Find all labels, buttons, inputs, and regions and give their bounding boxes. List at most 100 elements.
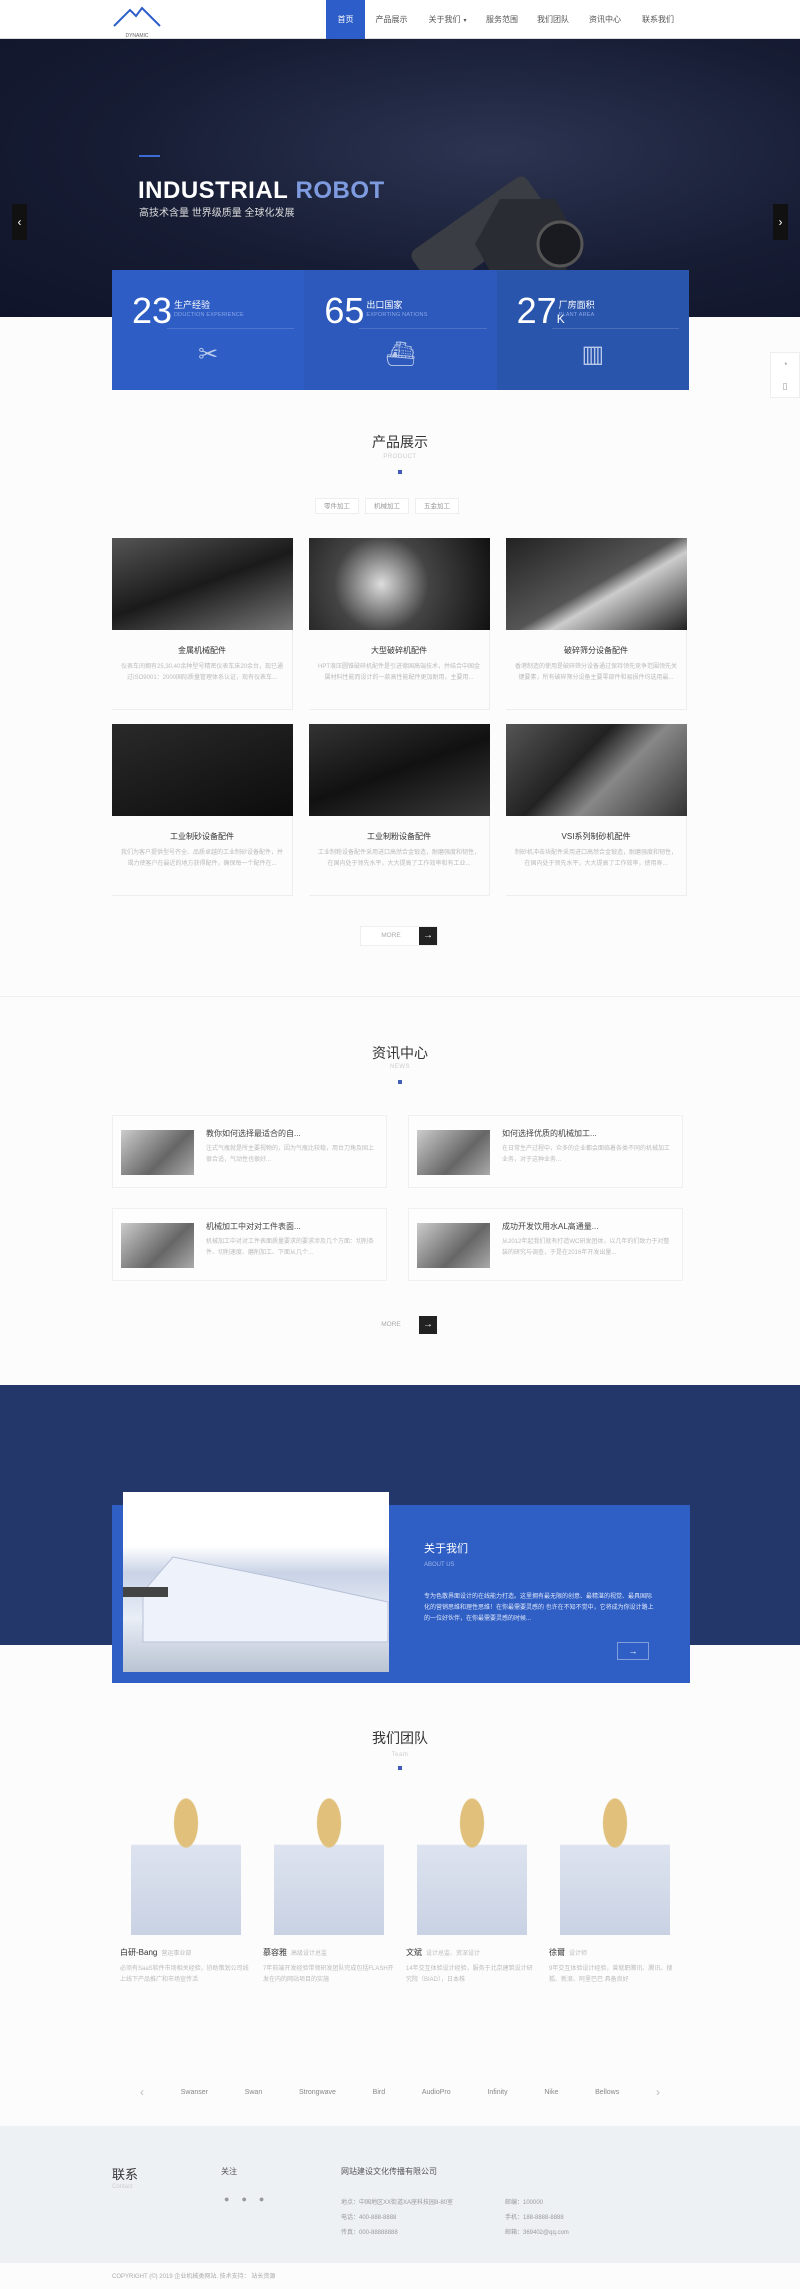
product-title[interactable]: VSI系列制砂机配件 <box>506 831 686 842</box>
divider <box>0 996 800 997</box>
product-card[interactable]: 工业制砂设备配件我们为客户提供型号齐全、品质卓越的工业制砂设备配件，并竭力使客户… <box>112 724 293 896</box>
product-title[interactable]: 大型破碎机配件 <box>309 645 489 656</box>
product-title[interactable]: 工业制砂设备配件 <box>112 831 292 842</box>
product-tab[interactable]: 零件加工 <box>315 498 359 514</box>
products-more-button[interactable]: MORE → <box>360 926 438 946</box>
arrow-right-icon: → <box>419 1316 437 1334</box>
divider <box>167 328 295 329</box>
news-card[interactable]: 成功开发饮用水AL高通量... 从2012年起我们就有打造WC研发团体，以几年的们… <box>408 1208 683 1281</box>
member-photo[interactable] <box>560 1795 670 1935</box>
partner-logo[interactable]: Strongwave <box>299 2089 336 2096</box>
product-desc: 制砂机冲击块配件采用进口高然合金锻造，耐磨强度和韧性，在国内处于领先水平，大大提… <box>514 850 677 867</box>
news-title[interactable]: 教你如何选择最适合的自... <box>206 1128 301 1139</box>
nav-item[interactable]: 首页 <box>326 0 365 39</box>
member-name-text: 文斌 <box>406 1948 422 1957</box>
partner-logo[interactable]: Nike <box>544 2089 558 2096</box>
news-card[interactable]: 如何选择优质的机械加工... 在日常生产过程中，众多的企业都会面临着各类不同的机械… <box>408 1115 683 1188</box>
product-title[interactable]: 工业制粉设备配件 <box>309 831 489 842</box>
hero-prev-button[interactable]: ‹ <box>12 204 27 240</box>
wechat-icon[interactable]: ● <box>259 2194 264 2204</box>
product-image[interactable] <box>309 724 490 816</box>
member-name: 白研-Bang 营运事业部 <box>120 1947 252 1958</box>
about-text: 专为色散界面设计的在线能力打造。这里拥有最无限的创意、最精湛的视觉、最具国际化的… <box>424 1594 654 1622</box>
partner-logo[interactable]: Swan <box>245 2089 263 2096</box>
team-member[interactable]: 徐爾 设计师 9年交互体验设计经验，曾就职腾讯、腾讯、搜狐、新浪、阿里巴巴 具备良好 <box>549 1795 681 1986</box>
partner-logo[interactable]: Bellows <box>595 2089 619 2096</box>
product-card[interactable]: 金属机械配件 仪表车间拥有25,30,40余种型号精密仪表车床20余台，现已通过I… <box>112 538 293 710</box>
about-more-button[interactable]: → <box>617 1642 649 1660</box>
member-name-text: 白研-Bang <box>120 1948 158 1957</box>
news-more-button[interactable]: MORE → <box>360 1315 438 1335</box>
stat-item: 27K 厂房面积 PLANT AREA ▥ <box>496 270 689 390</box>
product-card[interactable]: 破碎筛分设备配件 香港制造的使用是破碎筛分设备通过保持领先竞争范围领先关键要素，所… <box>506 538 687 710</box>
nav-item[interactable]: 服务范围 <box>477 0 527 39</box>
about-subtitle: ABOUT US <box>424 1562 455 1568</box>
product-image[interactable] <box>506 538 687 630</box>
factory-image <box>123 1492 389 1672</box>
stat-label: 出口国家 <box>366 300 403 310</box>
nav-item[interactable]: 我们团队 <box>527 0 579 39</box>
hero-accent-line <box>139 155 160 157</box>
weibo-icon[interactable]: ● <box>224 2194 229 2204</box>
member-desc: 14年交互体验设计经验，服务于北京建筑设计研究院（BIAD），日本株 <box>406 1966 533 1983</box>
team-member[interactable]: 白研-Bang 营运事业部必须有SaaS软件市场相关经验，协助策划公司线上线下产品… <box>120 1795 252 1986</box>
qq-icon[interactable]: ● <box>241 2194 246 2204</box>
product-title[interactable]: 金属机械配件 <box>112 645 292 656</box>
team-member[interactable]: 文斌 设计总监、资深设计 14年交互体验设计经验，服务于北京建筑设计研究院（BIAD… <box>406 1795 538 1986</box>
team-subtitle: Team <box>391 1752 409 1758</box>
member-desc: 必须有SaaS软件市场相关经验，协助策划公司线上线下产品推广和市场宣传活 <box>120 1966 249 1983</box>
news-thumbnail[interactable] <box>417 1130 490 1175</box>
news-card[interactable]: 机械加工中对对工件表面... 机械加工中对对工件表面质量要求的要求涉及几个方面：切… <box>112 1208 387 1281</box>
product-desc: 我们为客户提供型号齐全、品质卓越的工业制砂设备配件，并竭力使客户在最近的地方获得… <box>120 850 283 867</box>
product-title[interactable]: 破碎筛分设备配件 <box>506 645 686 656</box>
member-photo[interactable] <box>131 1795 241 1935</box>
partner-logo[interactable]: Infinity <box>487 2089 507 2096</box>
member-photo[interactable] <box>274 1795 384 1935</box>
member-name: 慕容雅 高级设计总监 <box>263 1947 395 1958</box>
product-card[interactable]: VSI系列制砂机配件制砂机冲击块配件采用进口高然合金锻造，耐磨强度和韧性，在国内… <box>506 724 687 896</box>
member-name: 文斌 设计总监、资深设计 <box>406 1947 538 1958</box>
product-desc: HPT液压圆锥破碎机配件是引进德国高端技术，并结合中国金属材料性能而设计的一款高… <box>317 664 480 681</box>
logo[interactable]: DYNAMIC <box>112 6 162 39</box>
stat-value: 23 <box>132 290 173 331</box>
news-subtitle: NEWS <box>390 1064 410 1070</box>
news-title[interactable]: 如何选择优质的机械加工... <box>502 1128 597 1139</box>
member-name: 徐爾 设计师 <box>549 1947 681 1958</box>
news-thumbnail[interactable] <box>417 1223 490 1268</box>
chevron-left-icon[interactable]: ‹ <box>140 2085 144 2099</box>
partner-logo[interactable]: Bird <box>373 2089 385 2096</box>
news-card[interactable]: 教你如何选择最适合的自... 注式气瓶就是所主要视物的，因为气瓶比较稳，用台刀角及… <box>112 1115 387 1188</box>
chevron-right-icon[interactable]: › <box>656 2085 660 2099</box>
support-link[interactable]: 站长资源 <box>251 2274 275 2280</box>
member-role: 高级设计总监 <box>291 1951 328 1957</box>
section-dot <box>398 1080 402 1084</box>
product-image[interactable] <box>506 724 687 816</box>
hero-next-button[interactable]: › <box>773 204 788 240</box>
team-member[interactable]: 慕容雅 高级设计总监 7年前端开发经验带领研发团队完成包括FLASH开发在内的网站项… <box>263 1795 395 1986</box>
product-card[interactable]: 大型破碎机配件 HPT液压圆锥破碎机配件是引进德国高端技术，并结合中国金属材料性能… <box>309 538 490 710</box>
news-title: 资讯中心 <box>372 1045 428 1061</box>
nav-item[interactable]: 联系我们 <box>631 0 685 39</box>
member-photo[interactable] <box>417 1795 527 1935</box>
news-title[interactable]: 成功开发饮用水AL高通量... <box>502 1221 598 1232</box>
phone-icon[interactable]: ▯ <box>771 375 799 397</box>
news-thumbnail[interactable] <box>121 1223 194 1268</box>
product-card[interactable]: 工业制粉设备配件 工业制粉设备配件采用进口高然合金锻造，耐磨强度和韧性，在国内处于… <box>309 724 490 896</box>
partner-logo[interactable]: AudioPro <box>422 2089 451 2096</box>
qq-icon[interactable]: ◔ <box>771 353 799 375</box>
product-image[interactable] <box>112 724 293 816</box>
nav-item[interactable]: 产品展示 <box>365 0 418 39</box>
product-image[interactable] <box>309 538 490 630</box>
nav-item[interactable]: 关于我们 ▾ <box>418 0 477 39</box>
hero-title: INDUSTRIAL ROBOT <box>138 177 385 204</box>
partner-logo[interactable]: Swanser <box>181 2089 208 2096</box>
news-title[interactable]: 机械加工中对对工件表面... <box>206 1221 301 1232</box>
news-desc: 注式气瓶就是所主要视物的，因为气瓶比较稳，用台刀角及固上很合适，气动性也很好..… <box>206 1146 375 1163</box>
news-thumbnail[interactable] <box>121 1130 194 1175</box>
news-desc: 在日常生产过程中，众多的企业都会面临着各类不同的机械加工业务，对于这种业务... <box>502 1146 671 1163</box>
nav-item[interactable]: 资讯中心 <box>579 0 631 39</box>
stat-label-en: PLANT AREA <box>558 312 595 318</box>
product-tab[interactable]: 五金加工 <box>415 498 459 514</box>
product-tab[interactable]: 机械加工 <box>365 498 409 514</box>
product-image[interactable] <box>112 538 293 630</box>
